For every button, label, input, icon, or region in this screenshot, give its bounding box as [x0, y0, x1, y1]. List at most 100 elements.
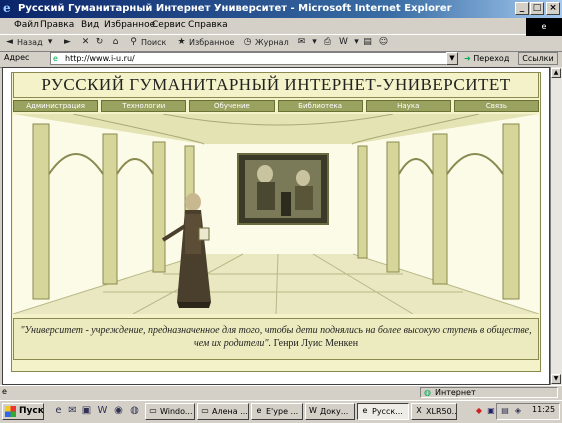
favorites-icon: ★ — [177, 37, 186, 47]
task-label: Windo... — [160, 407, 193, 416]
maximize-button[interactable]: □ — [530, 2, 544, 15]
history-icon: ◷ — [243, 37, 252, 47]
excel-task-icon: X — [416, 406, 422, 415]
home-icon: ⌂ — [112, 37, 119, 47]
print-icon: ⎙ — [323, 37, 332, 47]
site-nav: Администрация Технологии Обучение Библио… — [13, 100, 540, 112]
quicklaunch-media-icon[interactable]: ◉ — [112, 404, 125, 417]
tray-app-icon[interactable]: ◆ — [474, 405, 484, 416]
address-label: Адрес — [4, 53, 30, 62]
word-icon: W — [339, 37, 348, 47]
refresh-icon: ↻ — [95, 37, 104, 47]
chevron-down-icon: ▾ — [47, 37, 53, 47]
chevron-down-icon: ▾ — [312, 37, 317, 47]
go-label: Переход — [473, 54, 510, 63]
window-title: Русский Гуманитарный Интернет Университе… — [18, 3, 452, 14]
search-label: Поиск — [141, 38, 167, 47]
go-button[interactable]: ➜ Переход — [464, 52, 509, 65]
history-button[interactable]: ◷ Журнал — [242, 36, 289, 49]
zone-label: Интернет — [435, 388, 476, 397]
close-button[interactable]: × — [546, 2, 560, 15]
print-button[interactable]: ⎙ — [322, 36, 333, 49]
folder-icon: ▭ — [201, 406, 209, 415]
task-windows[interactable]: ▭ Windo... — [145, 403, 195, 420]
tray-language-icon[interactable]: ▣ — [486, 405, 496, 416]
title-bar[interactable]: e Русский Гуманитарный Интернет Универси… — [0, 0, 562, 18]
cloister-illustration — [13, 114, 539, 314]
quicklaunch-word-icon[interactable]: W — [96, 404, 109, 417]
messenger-button[interactable]: ☺ — [378, 36, 389, 49]
discuss-icon: ▤ — [363, 37, 372, 47]
back-label: Назад — [17, 38, 43, 47]
minimize-button[interactable]: _ — [515, 2, 529, 15]
favorites-button[interactable]: ★ Избранное — [176, 36, 234, 49]
search-icon: ⚲ — [130, 37, 137, 47]
clock[interactable]: 11:25 — [532, 405, 555, 414]
task-alena[interactable]: ▭ Алена ... — [197, 403, 249, 420]
internet-globe-icon: ◍ — [424, 388, 431, 397]
menu-tools[interactable]: Сервис — [152, 20, 186, 30]
start-label: Пуск — [19, 406, 44, 416]
discuss-button[interactable]: ▤ — [362, 36, 373, 49]
task-label: Русск... — [372, 407, 403, 416]
stop-icon: ✕ — [81, 37, 90, 47]
quicklaunch-globe-icon[interactable]: ◍ — [128, 404, 141, 417]
back-button[interactable]: ◄ Назад ▾ — [4, 36, 56, 49]
task-label: XLR50... — [426, 407, 457, 416]
mail-icon: ✉ — [297, 37, 306, 47]
address-input[interactable]: e http://www.i-u.ru/ — [50, 52, 458, 65]
folder-icon: ▭ — [149, 406, 157, 415]
ie-task-icon: e — [256, 406, 262, 415]
task-label: E'ype ... — [266, 407, 299, 416]
favorites-label: Избранное — [189, 38, 235, 47]
menu-favorites[interactable]: Избранное — [104, 20, 155, 30]
tray-volume-icon[interactable]: ◈ — [513, 405, 523, 416]
mail-button[interactable]: ✉ ▾ — [296, 36, 320, 49]
task-eype[interactable]: e E'ype ... — [251, 403, 303, 420]
edit-button[interactable]: W ▾ — [338, 36, 362, 49]
stop-button[interactable]: ✕ — [80, 36, 91, 49]
task-document[interactable]: W Доку... — [305, 403, 355, 420]
home-button[interactable]: ⌂ — [110, 36, 121, 49]
word-task-icon: W — [309, 406, 317, 415]
nav-administration[interactable]: Администрация — [13, 100, 99, 112]
chevron-down-icon: ▾ — [354, 37, 359, 47]
nav-science[interactable]: Наука — [365, 100, 451, 112]
tray-network-icon[interactable]: ▤ — [500, 405, 510, 416]
scroll-up-arrow-icon[interactable]: ▲ — [551, 68, 561, 78]
menu-help[interactable]: Справка — [188, 20, 228, 30]
menu-file[interactable]: Файл — [14, 20, 39, 30]
hero-illustration — [13, 114, 539, 314]
history-label: Журнал — [255, 38, 289, 47]
menu-view[interactable]: Вид — [81, 20, 99, 30]
vertical-scrollbar[interactable] — [550, 67, 562, 385]
quote-author: Генри Луис Менкен — [273, 338, 359, 349]
address-url: http://www.i-u.ru/ — [65, 54, 135, 63]
task-xlr50[interactable]: X XLR50... — [411, 403, 457, 420]
quicklaunch-outlook-icon[interactable]: ✉ — [66, 404, 79, 417]
nav-education[interactable]: Обучение — [189, 100, 275, 112]
quicklaunch-desktop-icon[interactable]: ▣ — [80, 404, 93, 417]
nav-technologies[interactable]: Технологии — [101, 100, 187, 112]
task-label: Алена ... — [212, 407, 248, 416]
menu-edit[interactable]: Правка — [40, 20, 74, 30]
page-viewport[interactable]: РУССКИЙ ГУМАНИТАРНЫЙ ИНТЕРНЕТ-УНИВЕРСИТЕ… — [2, 67, 550, 385]
search-button[interactable]: ⚲ Поиск — [128, 36, 166, 49]
nav-library[interactable]: Библиотека — [277, 100, 363, 112]
scroll-down-arrow-icon[interactable]: ▼ — [551, 374, 561, 384]
security-zone: Интернет — [420, 387, 558, 398]
quicklaunch-ie-icon[interactable]: e — [52, 404, 65, 417]
refresh-button[interactable]: ↻ — [94, 36, 105, 49]
address-dropdown-button[interactable]: ▼ — [446, 52, 458, 65]
links-button[interactable]: Ссылки — [518, 52, 558, 65]
forward-arrow-icon: ► — [64, 37, 71, 47]
ie-task-icon: e — [362, 406, 368, 415]
task-label: Доку... — [320, 407, 349, 416]
task-russian-university[interactable]: e Русск... — [357, 403, 409, 420]
messenger-icon: ☺ — [378, 37, 389, 47]
nav-contact[interactable]: Связь — [453, 100, 540, 112]
start-button[interactable]: Пуск — [2, 403, 44, 420]
university-banner: РУССКИЙ ГУМАНИТАРНЫЙ ИНТЕРНЕТ-УНИВЕРСИТЕ… — [13, 72, 539, 98]
forward-button[interactable]: ► — [62, 36, 73, 49]
quote-box: "Университет - учреждение, предназначенн… — [13, 318, 539, 360]
